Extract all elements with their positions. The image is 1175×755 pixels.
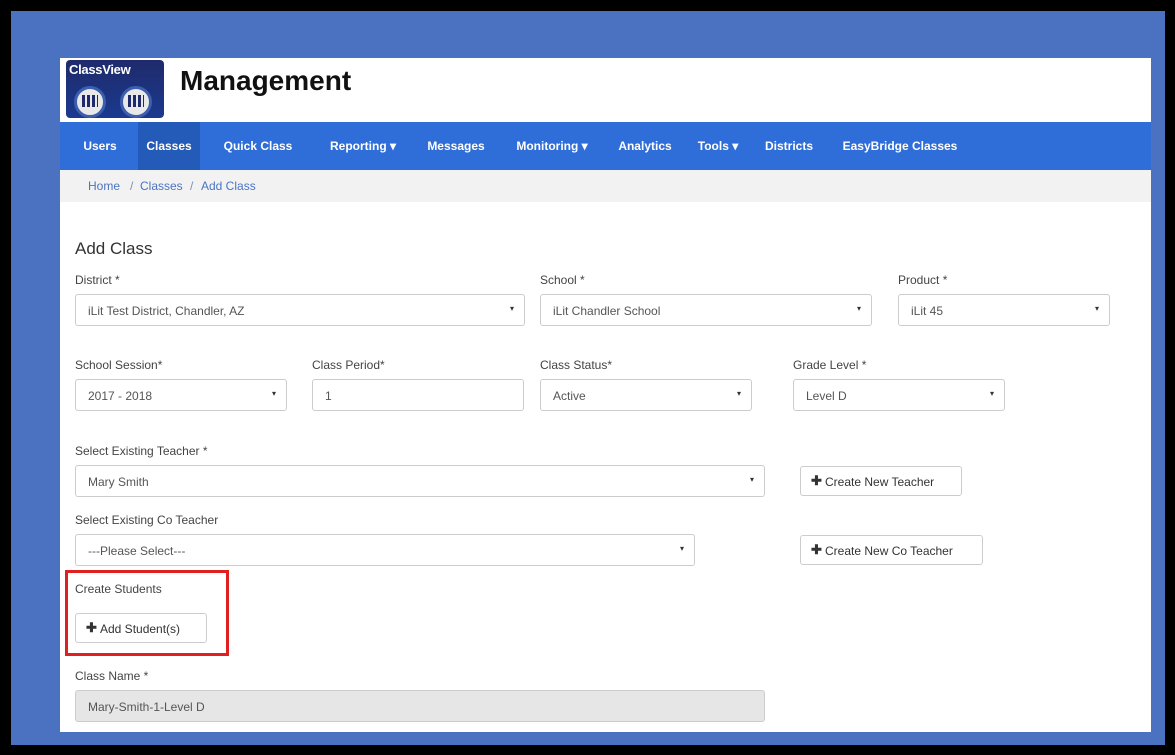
class-name-input: Mary-Smith-1-Level D (75, 690, 765, 722)
classview-logo[interactable]: ClassView (66, 60, 164, 118)
nav-tools[interactable]: Tools ▾ (692, 122, 744, 170)
nav-classes[interactable]: Classes (138, 122, 200, 170)
highlight-annotation (65, 570, 229, 656)
teacher-value: Mary Smith (88, 475, 149, 489)
school-session-value: 2017 - 2018 (88, 389, 153, 403)
nav-monitoring[interactable]: Monitoring ▾ (508, 122, 596, 170)
screenshot-frame: ClassView Management Users Classes Quick… (11, 11, 1165, 745)
school-label: School * (540, 273, 585, 287)
co-teacher-label: Select Existing Co Teacher (75, 513, 219, 527)
logo-text: ClassView (69, 62, 131, 77)
bar-chart-icon (120, 86, 152, 118)
district-select[interactable]: iLit Test District, Chandler, AZ ▾ (75, 294, 525, 326)
app-title: Management (180, 65, 352, 96)
create-new-teacher-label: Create New Teacher (825, 475, 935, 489)
chevron-down-icon: ▾ (749, 475, 754, 484)
nav-reporting[interactable]: Reporting ▾ (322, 122, 404, 170)
product-label: Product * (898, 273, 948, 287)
chevron-down-icon: ▾ (1094, 304, 1099, 313)
chevron-down-icon: ▾ (856, 304, 861, 313)
breadcrumb-home[interactable]: Home (88, 179, 120, 193)
breadcrumb-separator: / (190, 179, 194, 193)
main-navbar: Users Classes Quick Class Reporting ▾ Me… (60, 122, 1151, 170)
product-select[interactable]: iLit 45 ▾ (898, 294, 1110, 326)
breadcrumb-current: Add Class (201, 179, 256, 193)
plus-icon: ✚ (811, 473, 822, 488)
co-teacher-select[interactable]: ---Please Select--- ▾ (75, 534, 695, 566)
teacher-select[interactable]: Mary Smith ▾ (75, 465, 765, 497)
create-new-teacher-button[interactable]: ✚ Create New Teacher (800, 466, 962, 496)
grade-level-label: Grade Level * (793, 358, 867, 372)
class-name-value: Mary-Smith-1-Level D (88, 700, 205, 714)
page-title: Add Class (75, 239, 153, 258)
school-session-select[interactable]: 2017 - 2018 ▾ (75, 379, 287, 411)
chevron-down-icon: ▾ (271, 389, 276, 398)
plus-icon: ✚ (811, 542, 822, 557)
chevron-down-icon: ▾ (509, 304, 514, 313)
school-value: iLit Chandler School (553, 304, 661, 318)
co-teacher-value: ---Please Select--- (88, 544, 186, 558)
breadcrumb-separator: / (130, 179, 134, 193)
nav-analytics[interactable]: Analytics (612, 122, 678, 170)
nav-messages[interactable]: Messages (420, 122, 492, 170)
chevron-down-icon: ▾ (989, 389, 994, 398)
class-status-label: Class Status* (540, 358, 613, 372)
class-status-select[interactable]: Active ▾ (540, 379, 752, 411)
class-status-value: Active (553, 389, 586, 403)
breadcrumb: Home / Classes / Add Class (60, 170, 1151, 202)
people-icon (74, 86, 106, 118)
product-value: iLit 45 (911, 304, 944, 318)
breadcrumb-classes[interactable]: Classes (140, 179, 183, 193)
teacher-label: Select Existing Teacher * (75, 444, 208, 458)
class-name-label: Class Name * (75, 669, 149, 683)
school-session-label: School Session* (75, 358, 163, 372)
grade-level-value: Level D (806, 389, 847, 403)
class-period-value: 1 (325, 389, 332, 403)
school-select[interactable]: iLit Chandler School ▾ (540, 294, 872, 326)
nav-quick-class[interactable]: Quick Class (212, 122, 304, 170)
create-new-co-teacher-label: Create New Co Teacher (825, 544, 953, 558)
nav-easybridge-classes[interactable]: EasyBridge Classes (830, 122, 970, 170)
nav-districts[interactable]: Districts (760, 122, 818, 170)
chevron-down-icon: ▾ (679, 544, 684, 553)
district-value: iLit Test District, Chandler, AZ (88, 304, 245, 318)
class-period-label: Class Period* (312, 358, 385, 372)
class-period-input[interactable]: 1 (312, 379, 524, 411)
app-window: ClassView Management Users Classes Quick… (60, 58, 1151, 732)
grade-level-select[interactable]: Level D ▾ (793, 379, 1005, 411)
header: ClassView Management (60, 58, 1151, 122)
create-new-co-teacher-button[interactable]: ✚ Create New Co Teacher (800, 535, 983, 565)
chevron-down-icon: ▾ (736, 389, 741, 398)
nav-users[interactable]: Users (74, 122, 126, 170)
district-label: District * (75, 273, 120, 287)
